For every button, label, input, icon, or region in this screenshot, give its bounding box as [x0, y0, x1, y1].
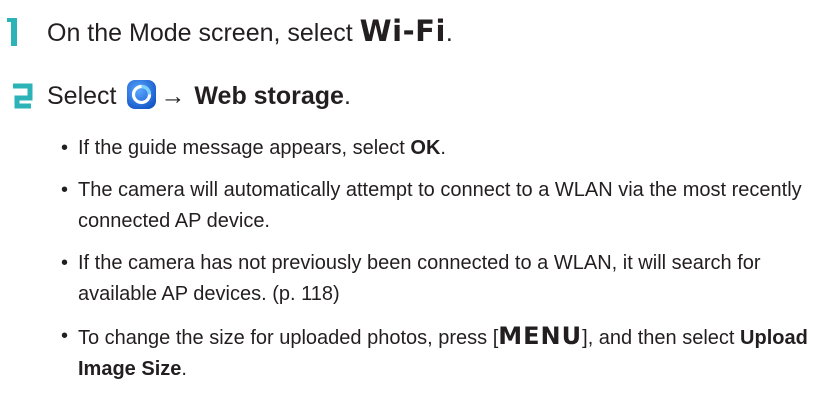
bullet-dot: • — [61, 325, 69, 347]
bullet-4-text: To change the size for uploaded photos, … — [78, 327, 499, 349]
bullet-item: • If the camera has not previously been … — [61, 248, 821, 310]
instruction-bullet-list: • If the guide message appears, select O… — [61, 133, 821, 385]
step-1: On the Mode screen, select Wi-Fi. — [7, 10, 453, 54]
step-2-text-before: Select — [47, 82, 124, 110]
step-number-1-icon — [7, 16, 20, 48]
bullet-dot: • — [61, 252, 69, 274]
menu-button-label: MENU — [498, 322, 583, 350]
step-2-text-after: . — [343, 82, 351, 110]
bullet-item: • If the guide message appears, select O… — [61, 133, 821, 164]
bullet-item: • The camera will automatically attempt … — [61, 175, 821, 237]
step-1-text-before: On the Mode screen, select — [47, 19, 360, 47]
wifi-label: Wi-Fi — [359, 14, 446, 48]
bullet-2-text: The camera will automatically attempt to… — [78, 179, 802, 232]
bullet-4-end: . — [181, 358, 187, 380]
step-1-text-after: . — [445, 19, 453, 47]
step-2-text: Select → Web storage. — [47, 80, 351, 112]
step-number-2-icon — [10, 80, 34, 112]
bullet-4-middle: ], and then select — [582, 327, 741, 349]
arrow-icon: → — [160, 82, 186, 110]
bullet-1-text: If the guide message appears, select — [78, 137, 411, 159]
web-storage-label: Web storage — [194, 82, 344, 110]
manual-page: On the Mode screen, select Wi-Fi. Select — [0, 0, 827, 414]
bullet-dot: • — [61, 137, 69, 159]
bullet-1-end: . — [440, 137, 446, 159]
bullet-item: • To change the size for uploaded photos… — [61, 321, 821, 385]
bullet-3-text: If the camera has not previously been co… — [78, 252, 761, 305]
web-storage-circle-icon — [127, 80, 157, 109]
bullet-dot: • — [61, 179, 69, 201]
ok-label: OK — [410, 137, 441, 159]
step-2: Select → Web storage. — [10, 74, 351, 118]
step-1-text: On the Mode screen, select Wi-Fi. — [47, 15, 453, 49]
